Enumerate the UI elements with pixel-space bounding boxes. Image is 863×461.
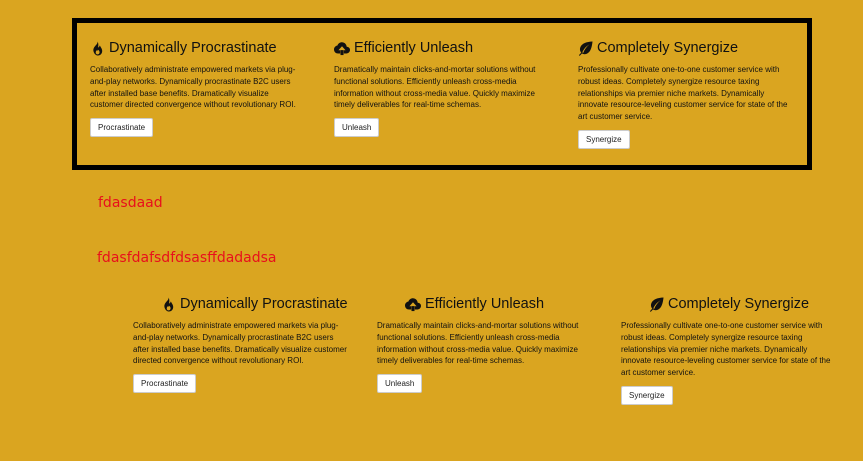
- feature-heading: Efficiently Unleash: [334, 40, 549, 56]
- feature-title: Dynamically Procrastinate: [180, 296, 348, 312]
- feature-title: Efficiently Unleash: [354, 40, 474, 56]
- feature-description: Dramatically maintain clicks-and-mortar …: [334, 65, 536, 110]
- leaf-icon: [578, 40, 593, 56]
- feature-description: Professionally cultivate one-to-one cust…: [578, 65, 788, 122]
- cloud-upload-icon: [334, 41, 350, 56]
- feature-description: Professionally cultivate one-to-one cust…: [621, 321, 831, 378]
- featured-box: Dynamically Procrastinate Collaborativel…: [72, 18, 812, 170]
- feature-heading: Completely Synergize: [649, 296, 833, 312]
- feature-heading: Completely Synergize: [578, 40, 790, 56]
- synergize-button[interactable]: Synergize: [621, 385, 673, 405]
- fire-icon: [90, 40, 105, 56]
- feature-synergize: Completely Synergize Professionally cult…: [578, 40, 790, 149]
- feature-description: Collaboratively administrate empowered m…: [133, 321, 347, 366]
- red-text-line-1: fdasdaad: [98, 195, 163, 211]
- feature-title: Completely Synergize: [597, 40, 739, 56]
- fire-icon: [161, 296, 176, 312]
- procrastinate-button[interactable]: Procrastinate: [133, 374, 197, 394]
- feature-unleash: Efficiently Unleash Dramatically maintai…: [334, 40, 549, 138]
- feature-procrastinate: Dynamically Procrastinate Collaborativel…: [90, 40, 300, 138]
- feature-heading: Dynamically Procrastinate: [161, 296, 348, 312]
- feature-synergize: Completely Synergize Professionally cult…: [621, 296, 833, 405]
- feature-heading: Dynamically Procrastinate: [90, 40, 300, 56]
- feature-description: Dramatically maintain clicks-and-mortar …: [377, 321, 579, 366]
- unleash-button[interactable]: Unleash: [377, 374, 423, 394]
- red-text-line-2: fdasfdafsdfdsasffdadadsa: [97, 250, 277, 266]
- procrastinate-button[interactable]: Procrastinate: [90, 118, 154, 138]
- feature-description: Collaboratively administrate empowered m…: [90, 65, 296, 110]
- feature-title: Completely Synergize: [668, 296, 810, 312]
- unleash-button[interactable]: Unleash: [334, 118, 380, 138]
- feature-title: Dynamically Procrastinate: [109, 40, 277, 56]
- feature-unleash: Efficiently Unleash Dramatically maintai…: [377, 296, 592, 394]
- feature-procrastinate: Dynamically Procrastinate Collaborativel…: [133, 296, 348, 394]
- cloud-upload-icon: [405, 297, 421, 312]
- synergize-button[interactable]: Synergize: [578, 129, 630, 149]
- feature-heading: Efficiently Unleash: [405, 296, 592, 312]
- leaf-icon: [649, 296, 664, 312]
- feature-title: Efficiently Unleash: [425, 296, 545, 312]
